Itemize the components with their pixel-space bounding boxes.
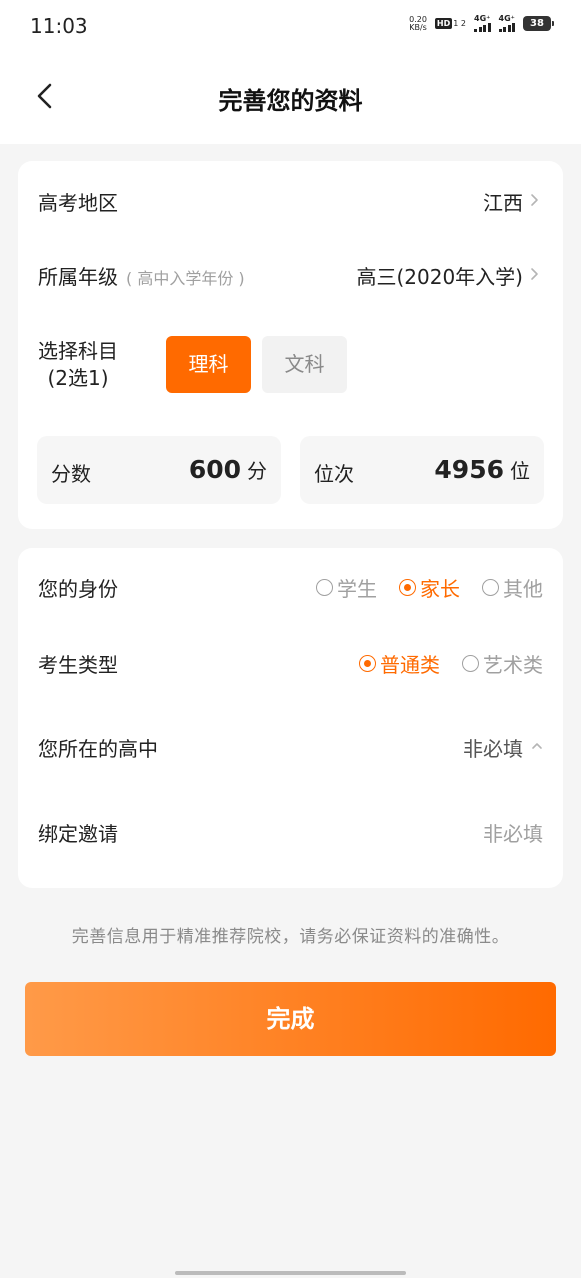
region-label: 高考地区 [38, 191, 118, 215]
status-time: 11:03 [30, 14, 88, 38]
rank-label: 位次 [314, 462, 354, 486]
status-bar: 11:03 0.20 KB/s HD 1 2 4G⁺ 4G⁺ 38 [0, 0, 581, 54]
home-indicator[interactable] [175, 1271, 406, 1275]
exam-info-card: 高考地区 江西 所属年级( 高中入学年份 ) 高三(2020年入学) 选择科目 … [18, 161, 563, 529]
exam-type-radio-group: 普通类 艺术类 [337, 649, 543, 678]
score-unit: 分 [247, 459, 267, 483]
chevron-right-icon[interactable] [529, 266, 541, 282]
status-icons: 0.20 KB/s HD 1 2 4G⁺ 4G⁺ 38 [409, 14, 554, 32]
exam-type-art-radio[interactable]: 艺术类 [462, 649, 543, 678]
invite-input[interactable]: 非必填 [483, 818, 543, 847]
role-other-radio[interactable]: 其他 [482, 573, 543, 602]
score-label: 分数 [51, 462, 91, 486]
rank-value: 4956 [434, 455, 504, 484]
exam-type-regular-radio[interactable]: 普通类 [359, 649, 440, 678]
exam-type-label: 考生类型 [38, 653, 118, 677]
role-label: 您的身份 [38, 577, 118, 601]
hd-voice-icon: HD 1 2 [434, 18, 466, 29]
radio-icon [462, 655, 479, 672]
navigation-bar: 完善您的资料 [0, 54, 581, 144]
page-title: 完善您的资料 [218, 87, 363, 115]
rank-field[interactable]: 位次 4956 位 [300, 436, 544, 504]
rank-unit: 位 [510, 459, 530, 483]
identity-card: 您的身份 学生 家长 其他 考生类型 普通类 艺术类 您所在的高中 非必填 绑定… [18, 548, 563, 888]
score-field[interactable]: 分数 600 分 [37, 436, 281, 504]
score-value: 600 [188, 455, 241, 484]
notice-text: 完善信息用于精准推荐院校，请务必保证资料的准确性。 [71, 927, 510, 947]
invite-label: 绑定邀请 [38, 822, 118, 846]
network-speed: 0.20 KB/s [409, 14, 427, 32]
radio-icon [316, 579, 333, 596]
radio-checked-icon [399, 579, 416, 596]
battery-icon: 38 [523, 16, 554, 31]
school-label: 您所在的高中 [38, 737, 158, 761]
grade-hint: ( 高中入学年份 ) [126, 269, 245, 288]
grade-label: 所属年级( 高中入学年份 ) [38, 265, 245, 289]
region-value[interactable]: 江西 [483, 187, 523, 216]
radio-checked-icon [359, 655, 376, 672]
role-student-radio[interactable]: 学生 [316, 573, 377, 602]
subject-arts-button[interactable]: 文科 [262, 336, 347, 393]
subject-label: 选择科目 (2选1) [38, 339, 118, 390]
chevron-up-icon[interactable] [531, 738, 543, 754]
role-parent-radio[interactable]: 家长 [399, 573, 460, 602]
radio-icon [482, 579, 499, 596]
school-value[interactable]: 非必填 [463, 733, 523, 762]
chevron-right-icon[interactable] [529, 192, 541, 208]
role-radio-group: 学生 家长 其他 [294, 573, 543, 602]
submit-button[interactable]: 完成 [25, 982, 556, 1056]
grade-value[interactable]: 高三(2020年入学) [356, 261, 523, 290]
signal-icon: 4G⁺ [474, 15, 491, 32]
subject-science-button[interactable]: 理科 [166, 336, 251, 393]
signal-icon: 4G⁺ [498, 15, 515, 32]
